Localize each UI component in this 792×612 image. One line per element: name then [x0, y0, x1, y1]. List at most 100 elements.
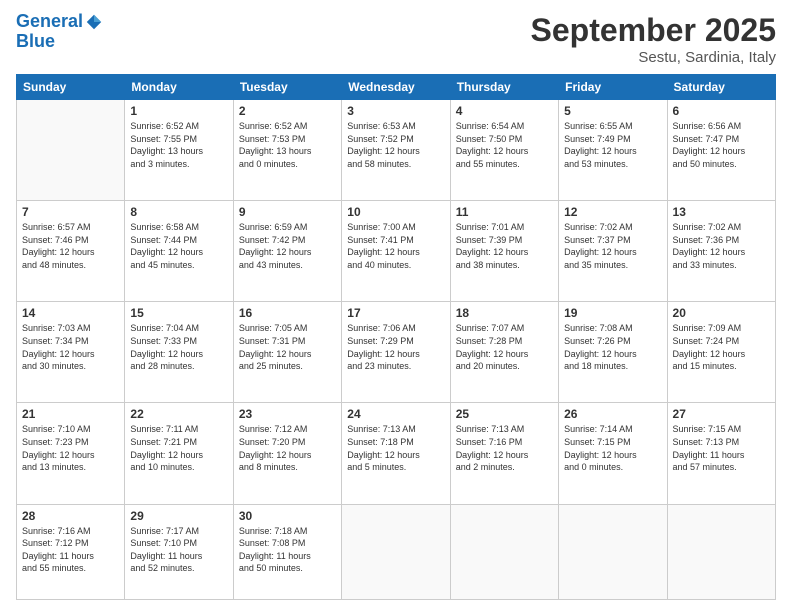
day-number: 23 [239, 407, 336, 421]
day-number: 18 [456, 306, 553, 320]
day-info: Sunrise: 7:15 AM Sunset: 7:13 PM Dayligh… [673, 423, 770, 473]
table-row: 2Sunrise: 6:52 AM Sunset: 7:53 PM Daylig… [233, 100, 341, 201]
calendar-header-row: Sunday Monday Tuesday Wednesday Thursday… [17, 75, 776, 100]
day-info: Sunrise: 7:06 AM Sunset: 7:29 PM Dayligh… [347, 322, 444, 372]
table-row: 30 Sunrise: 7:18 AM Sunset: 7:08 PM Dayli… [233, 504, 341, 599]
day-info: Sunrise: 6:59 AM Sunset: 7:42 PM Dayligh… [239, 221, 336, 271]
day-number: 10 [347, 205, 444, 219]
day-number: 4 [456, 104, 553, 118]
logo-icon [85, 13, 103, 31]
table-row: 23 Sunrise: 7:12 AM Sunset: 7:20 PM Dayli… [233, 403, 341, 504]
day-info: Sunrise: 6:56 AM Sunset: 7:47 PM Dayligh… [673, 120, 770, 170]
day-number: 19 [564, 306, 661, 320]
table-row [559, 504, 667, 599]
day-number: 1 [130, 104, 227, 118]
day-info: Sunrise: 7:04 AM Sunset: 7:33 PM Dayligh… [130, 322, 227, 372]
logo-text-line1: General [16, 12, 83, 32]
day-number: 14 [22, 306, 119, 320]
table-row: 7 Sunrise: 6:57 AM Sunset: 7:46 PM Daylig… [17, 201, 125, 302]
day-number: 11 [456, 205, 553, 219]
day-number: 13 [673, 205, 770, 219]
table-row [342, 504, 450, 599]
day-info: Sunrise: 7:18 AM Sunset: 7:08 PM Dayligh… [239, 525, 336, 575]
day-number: 27 [673, 407, 770, 421]
day-info: Sunrise: 7:09 AM Sunset: 7:24 PM Dayligh… [673, 322, 770, 372]
day-number: 9 [239, 205, 336, 219]
table-row: 15Sunrise: 7:04 AM Sunset: 7:33 PM Dayli… [125, 302, 233, 403]
logo: General Blue [16, 12, 103, 52]
table-row: 14Sunrise: 7:03 AM Sunset: 7:34 PM Dayli… [17, 302, 125, 403]
day-info: Sunrise: 7:13 AM Sunset: 7:18 PM Dayligh… [347, 423, 444, 473]
col-saturday: Saturday [667, 75, 775, 100]
day-number: 2 [239, 104, 336, 118]
title-block: September 2025 Sestu, Sardinia, Italy [531, 12, 776, 66]
table-row: 9 Sunrise: 6:59 AM Sunset: 7:42 PM Daylig… [233, 201, 341, 302]
day-info: Sunrise: 7:08 AM Sunset: 7:26 PM Dayligh… [564, 322, 661, 372]
day-info: Sunrise: 7:16 AM Sunset: 7:12 PM Dayligh… [22, 525, 119, 575]
table-row: 11 Sunrise: 7:01 AM Sunset: 7:39 PM Dayli… [450, 201, 558, 302]
day-number: 21 [22, 407, 119, 421]
table-row: 6 Sunrise: 6:56 AM Sunset: 7:47 PM Daylig… [667, 100, 775, 201]
table-row: 28 Sunrise: 7:16 AM Sunset: 7:12 PM Dayli… [17, 504, 125, 599]
day-number: 12 [564, 205, 661, 219]
table-row: 10 Sunrise: 7:00 AM Sunset: 7:41 PM Dayli… [342, 201, 450, 302]
day-info: Sunrise: 7:05 AM Sunset: 7:31 PM Dayligh… [239, 322, 336, 372]
day-info: Sunrise: 7:00 AM Sunset: 7:41 PM Dayligh… [347, 221, 444, 271]
day-info: Sunrise: 7:07 AM Sunset: 7:28 PM Dayligh… [456, 322, 553, 372]
table-row: 3 Sunrise: 6:53 AM Sunset: 7:52 PM Daylig… [342, 100, 450, 201]
table-row: 27 Sunrise: 7:15 AM Sunset: 7:13 PM Dayli… [667, 403, 775, 504]
day-info: Sunrise: 6:52 AM Sunset: 7:55 PM Dayligh… [130, 120, 227, 170]
day-info: Sunrise: 6:53 AM Sunset: 7:52 PM Dayligh… [347, 120, 444, 170]
table-row: 8Sunrise: 6:58 AM Sunset: 7:44 PM Daylig… [125, 201, 233, 302]
table-row: 17 Sunrise: 7:06 AM Sunset: 7:29 PM Dayli… [342, 302, 450, 403]
day-number: 5 [564, 104, 661, 118]
day-number: 24 [347, 407, 444, 421]
day-number: 7 [22, 205, 119, 219]
col-friday: Friday [559, 75, 667, 100]
day-number: 3 [347, 104, 444, 118]
col-wednesday: Wednesday [342, 75, 450, 100]
table-row: 12 Sunrise: 7:02 AM Sunset: 7:37 PM Dayli… [559, 201, 667, 302]
day-info: Sunrise: 7:02 AM Sunset: 7:36 PM Dayligh… [673, 221, 770, 271]
col-monday: Monday [125, 75, 233, 100]
table-row: 29 Sunrise: 7:17 AM Sunset: 7:10 PM Dayli… [125, 504, 233, 599]
table-row: 24 Sunrise: 7:13 AM Sunset: 7:18 PM Dayli… [342, 403, 450, 504]
day-info: Sunrise: 7:01 AM Sunset: 7:39 PM Dayligh… [456, 221, 553, 271]
day-number: 6 [673, 104, 770, 118]
day-info: Sunrise: 6:57 AM Sunset: 7:46 PM Dayligh… [22, 221, 119, 271]
table-row: 20 Sunrise: 7:09 AM Sunset: 7:24 PM Dayli… [667, 302, 775, 403]
day-info: Sunrise: 7:11 AM Sunset: 7:21 PM Dayligh… [130, 423, 227, 473]
calendar-table: Sunday Monday Tuesday Wednesday Thursday… [16, 74, 776, 600]
table-row [667, 504, 775, 599]
day-info: Sunrise: 6:55 AM Sunset: 7:49 PM Dayligh… [564, 120, 661, 170]
table-row: 16 Sunrise: 7:05 AM Sunset: 7:31 PM Dayli… [233, 302, 341, 403]
day-number: 16 [239, 306, 336, 320]
col-tuesday: Tuesday [233, 75, 341, 100]
day-info: Sunrise: 7:12 AM Sunset: 7:20 PM Dayligh… [239, 423, 336, 473]
day-info: Sunrise: 7:14 AM Sunset: 7:15 PM Dayligh… [564, 423, 661, 473]
day-number: 25 [456, 407, 553, 421]
col-sunday: Sunday [17, 75, 125, 100]
month-title: September 2025 [531, 12, 776, 49]
table-row: 19 Sunrise: 7:08 AM Sunset: 7:26 PM Dayli… [559, 302, 667, 403]
day-info: Sunrise: 7:17 AM Sunset: 7:10 PM Dayligh… [130, 525, 227, 575]
table-row [17, 100, 125, 201]
day-number: 20 [673, 306, 770, 320]
day-number: 26 [564, 407, 661, 421]
day-number: 30 [239, 509, 336, 523]
day-info: Sunrise: 6:54 AM Sunset: 7:50 PM Dayligh… [456, 120, 553, 170]
table-row: 1 Sunrise: 6:52 AM Sunset: 7:55 PM Daylig… [125, 100, 233, 201]
day-info: Sunrise: 7:10 AM Sunset: 7:23 PM Dayligh… [22, 423, 119, 473]
table-row: 18 Sunrise: 7:07 AM Sunset: 7:28 PM Dayli… [450, 302, 558, 403]
day-info: Sunrise: 7:13 AM Sunset: 7:16 PM Dayligh… [456, 423, 553, 473]
table-row: 4 Sunrise: 6:54 AM Sunset: 7:50 PM Daylig… [450, 100, 558, 201]
day-number: 17 [347, 306, 444, 320]
day-info: Sunrise: 7:02 AM Sunset: 7:37 PM Dayligh… [564, 221, 661, 271]
logo-text-line2: Blue [16, 32, 103, 52]
table-row: 26 Sunrise: 7:14 AM Sunset: 7:15 PM Dayli… [559, 403, 667, 504]
day-number: 28 [22, 509, 119, 523]
table-row: 22Sunrise: 7:11 AM Sunset: 7:21 PM Dayli… [125, 403, 233, 504]
day-number: 29 [130, 509, 227, 523]
header: General Blue September 2025 Sestu, Sardi… [16, 12, 776, 66]
day-info: Sunrise: 6:58 AM Sunset: 7:44 PM Dayligh… [130, 221, 227, 271]
